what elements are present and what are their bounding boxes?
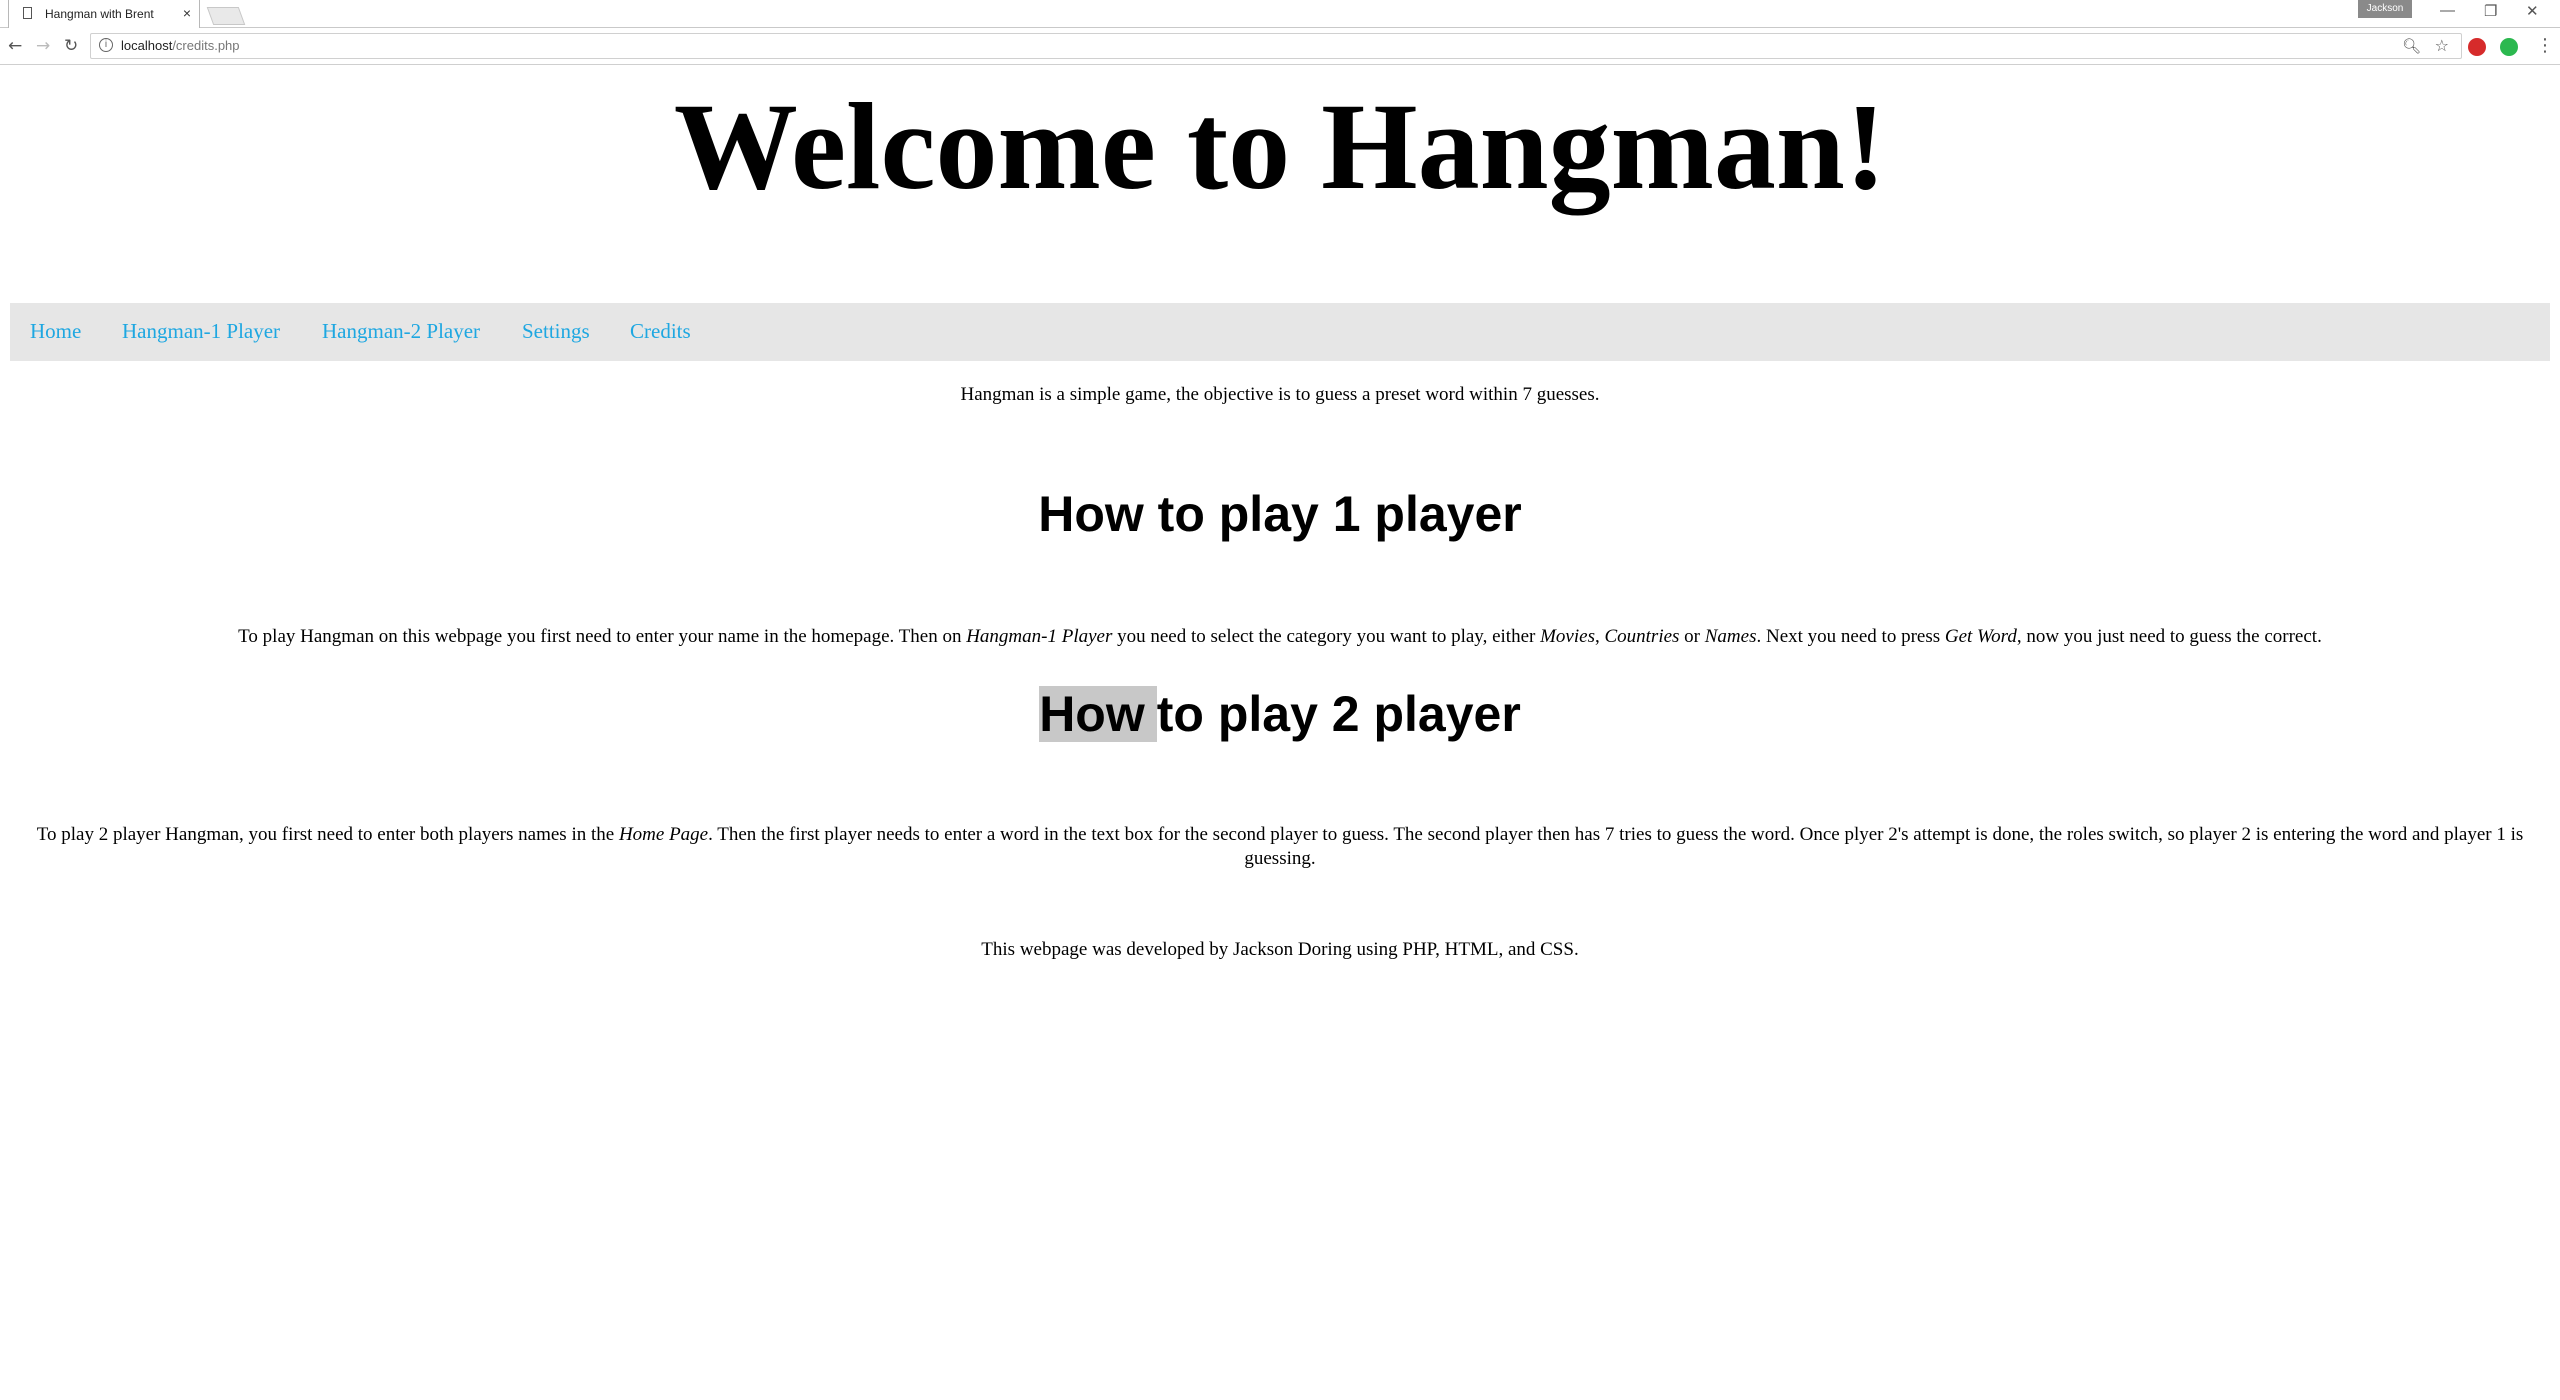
menu-icon[interactable]: ⋮	[2536, 35, 2554, 56]
instructions-1-player: To play Hangman on this webpage you firs…	[238, 626, 2322, 647]
instructions-2-player: To play 2 player Hangman, you first need…	[36, 824, 2524, 869]
url-text[interactable]: localhost/credits.php	[121, 38, 240, 53]
browser-tab[interactable]: Hangman with Brent ×	[8, 0, 200, 28]
back-icon[interactable]: ←	[8, 36, 22, 56]
zoom-icon[interactable]: 🔍︎	[2402, 37, 2421, 55]
page-title: Welcome to Hangman!	[673, 78, 1887, 215]
info-icon[interactable]: i	[99, 38, 113, 52]
nav-settings[interactable]: Settings	[522, 319, 590, 344]
browser-toolbar: ← → ↻ i localhost/credits.php 🔍︎ ☆ ⋮	[0, 29, 2560, 65]
new-tab-button[interactable]	[206, 7, 246, 25]
heading-1-player: How to play 1 player	[1038, 486, 1522, 542]
document-icon	[23, 7, 32, 19]
star-icon[interactable]: ☆	[2435, 36, 2449, 55]
browser-tab-bar: Hangman with Brent × Jackson — ❐ ✕	[0, 0, 2560, 28]
forward-icon[interactable]: →	[36, 36, 50, 56]
heading-2-player: How to play 2 player	[1039, 686, 1521, 742]
extension-green-icon[interactable]	[2500, 38, 2518, 56]
nav-credits[interactable]: Credits	[630, 319, 691, 344]
main-nav: Home Hangman-1 Player Hangman-2 Player S…	[10, 303, 2550, 361]
credits-text: This webpage was developed by Jackson Do…	[981, 939, 1579, 960]
page-content: Welcome to Hangman! Home Hangman-1 Playe…	[0, 66, 2560, 1400]
nav-home[interactable]: Home	[30, 319, 81, 344]
selected-text-highlight: How	[1039, 686, 1157, 742]
close-window-icon[interactable]: ✕	[2526, 2, 2539, 20]
minimize-icon[interactable]: —	[2440, 2, 2455, 19]
tab-close-icon[interactable]: ×	[183, 5, 191, 21]
extension-red-icon[interactable]	[2468, 38, 2486, 56]
intro-text: Hangman is a simple game, the objective …	[960, 384, 1600, 405]
nav-hangman-1-player[interactable]: Hangman-1 Player	[122, 319, 280, 344]
tab-title: Hangman with Brent	[45, 7, 154, 21]
reload-icon[interactable]: ↻	[64, 36, 78, 56]
restore-icon[interactable]: ❐	[2484, 2, 2497, 20]
address-bar[interactable]: i localhost/credits.php 🔍︎ ☆	[90, 33, 2462, 59]
nav-hangman-2-player[interactable]: Hangman-2 Player	[322, 319, 480, 344]
profile-badge[interactable]: Jackson	[2358, 0, 2412, 18]
